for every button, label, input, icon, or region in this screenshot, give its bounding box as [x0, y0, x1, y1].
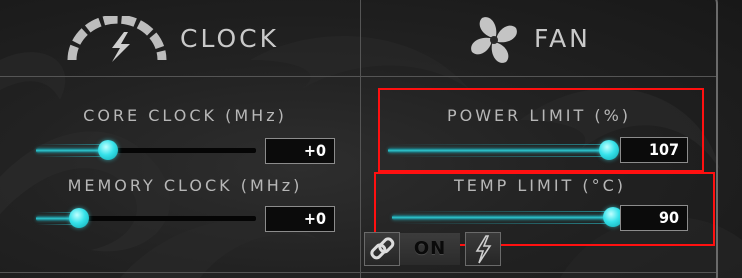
temp-limit-label: TEMP LIMIT (°C)	[453, 176, 627, 195]
power-limit-value-field[interactable]: 107	[620, 137, 688, 163]
clock-header-label: CLOCK	[180, 24, 280, 53]
memory-clock-slider-handle[interactable]	[69, 208, 89, 228]
power-limit-label: POWER LIMIT (%)	[446, 106, 632, 125]
core-clock-value-field[interactable]: +0	[265, 138, 335, 164]
power-limit-slider-handle[interactable]	[599, 140, 619, 160]
temp-limit-value-field[interactable]: 90	[620, 205, 688, 231]
link-icon	[370, 237, 395, 260]
core-clock-label: CORE CLOCK (MHz)	[83, 106, 287, 125]
core-clock-slider-handle[interactable]	[98, 140, 118, 160]
column-divider	[360, 0, 361, 278]
lightning-icon	[475, 235, 492, 264]
temp-limit-slider-fill	[392, 211, 614, 224]
speedometer-icon	[67, 16, 167, 62]
footer-divider	[0, 272, 716, 273]
apply-lightning-button[interactable]	[465, 232, 501, 266]
header-divider	[0, 76, 716, 77]
fan-icon	[471, 17, 517, 63]
power-limit-slider-fill	[388, 144, 610, 157]
memory-clock-value-field[interactable]: +0	[265, 206, 335, 232]
link-toggle-on-button[interactable]: ON	[400, 233, 460, 265]
link-button[interactable]	[364, 232, 400, 266]
memory-clock-label: MEMORY CLOCK (MHz)	[67, 176, 303, 195]
fan-header-label: FAN	[534, 24, 591, 53]
overclock-panel: CLOCK FAN CORE CLOCK (MHz) +0 MEMORY CLO…	[0, 0, 742, 278]
